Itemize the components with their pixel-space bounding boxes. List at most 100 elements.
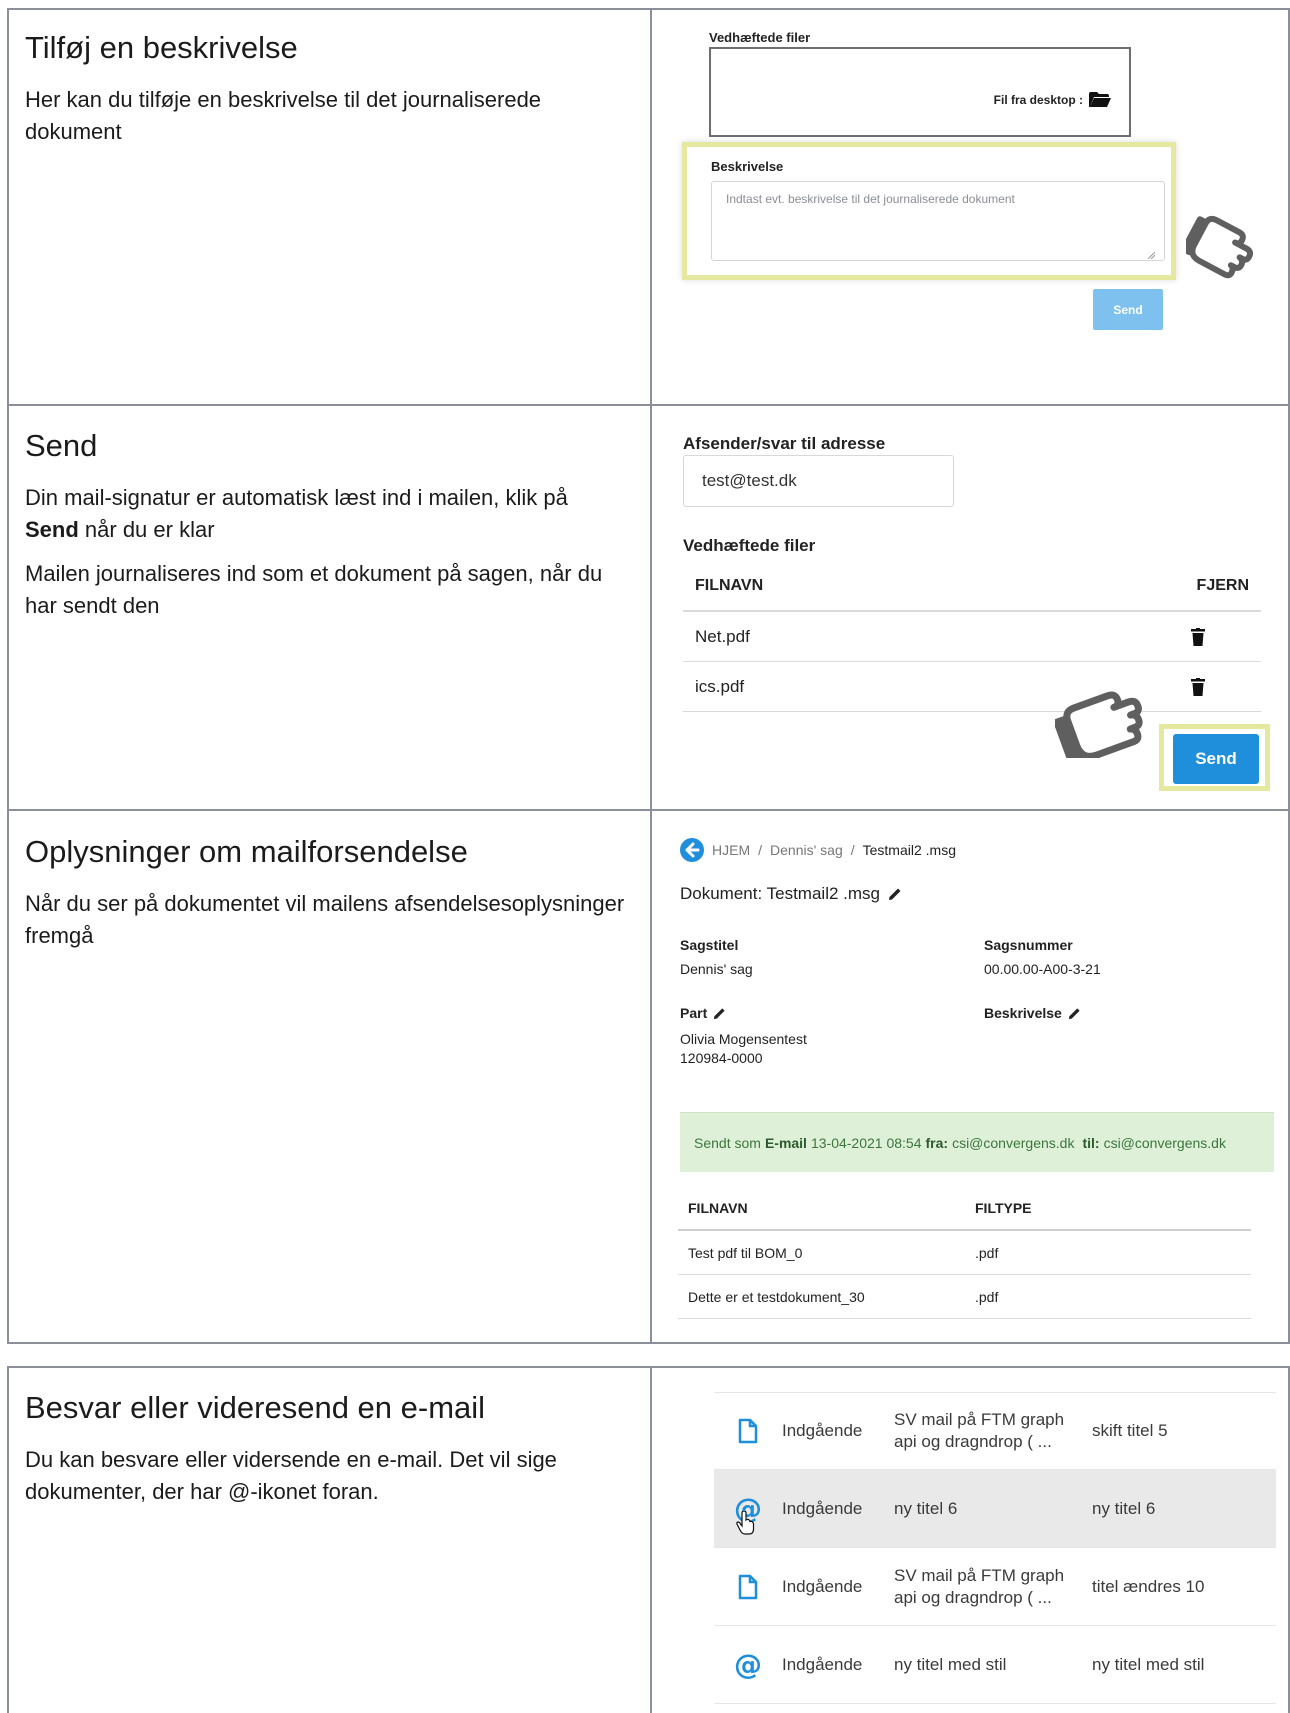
send-keyword: Send	[25, 517, 79, 542]
section-text: Din mail-signatur er automatisk læst ind…	[25, 482, 625, 546]
file-name: Test pdf til BOM_0	[688, 1244, 803, 1261]
list-item[interactable]: @ Indgående ny titel 6 ny titel 6	[714, 1470, 1276, 1548]
case-title-label: Sagstitel	[680, 937, 739, 953]
sender-address-label: Afsender/svar til adresse	[683, 434, 886, 453]
document-icon	[738, 1574, 758, 1599]
section-text: Når du ser på dokumentet vil mailens afs…	[25, 891, 625, 948]
party-label-text: Part	[680, 1005, 708, 1021]
sender-address-input[interactable]: test@test.dk	[683, 455, 954, 507]
section-text: Her kan du tilføje en beskrivelse til de…	[25, 87, 542, 144]
breadcrumb-case[interactable]: Dennis' sag	[770, 842, 843, 858]
table-row[interactable]: Test pdf til BOM_0 .pdf	[678, 1231, 1251, 1275]
table-row: Net.pdf	[683, 612, 1261, 662]
table-header: FILNAVN FJERN	[683, 562, 1261, 612]
document-title: ny titel 6	[1092, 1498, 1156, 1518]
trash-icon[interactable]	[1191, 677, 1205, 696]
column-header-filename: FILNAVN	[688, 1199, 748, 1216]
file-type: .pdf	[975, 1288, 999, 1305]
subject: SV mail på FTM graph api og dragndrop ( .…	[894, 1565, 1092, 1609]
file-drop-zone[interactable]: Fil fra desktop :	[709, 47, 1131, 137]
file-name: Dette er et testdokument_30	[688, 1288, 865, 1305]
sent-to-label: til:	[1082, 1134, 1100, 1151]
list-item[interactable]: Indgående SV mail på FTM graph api og dra…	[714, 1548, 1276, 1626]
subject-line: SV mail på FTM graph	[894, 1565, 1065, 1585]
trash-icon[interactable]	[1191, 627, 1205, 646]
pencil-icon[interactable]	[713, 1007, 726, 1020]
pencil-icon[interactable]	[888, 887, 902, 901]
column-header-filetype: FILTYPE	[975, 1199, 1032, 1216]
document-title: skift titel 5	[1092, 1421, 1168, 1440]
pointing-hand-icon	[1055, 691, 1143, 758]
send-button[interactable]: Send	[1093, 289, 1163, 330]
subject-line: SV mail på FTM graph	[894, 1410, 1065, 1429]
description-label-text: Beskrivelse	[984, 1005, 1062, 1021]
breadcrumb-separator: /	[850, 842, 855, 858]
document-title: ny titel med stil	[1092, 1654, 1205, 1674]
folder-icon[interactable]	[1089, 92, 1111, 107]
file-from-desktop[interactable]: Fil fra desktop :	[994, 92, 1111, 107]
document-title: titel ændres 10	[1092, 1576, 1205, 1596]
description-label: Beskrivelse	[984, 1005, 1081, 1021]
section-title: Oplysninger om mailforsendelse	[25, 834, 468, 869]
row-divider	[9, 809, 1288, 811]
section-title: Besvar eller videresend en e-mail	[25, 1390, 486, 1425]
hand-cursor-icon	[736, 1510, 755, 1535]
table-row[interactable]: Dette er et testdokument_30 .pdf	[678, 1275, 1251, 1319]
sent-from: csi@convergens.dk	[952, 1134, 1075, 1151]
document-list: Indgående SV mail på FTM graph api og dra…	[714, 1392, 1276, 1704]
description-label: Beskrivelse	[711, 159, 784, 174]
file-type: .pdf	[975, 1244, 999, 1261]
file-from-desktop-label: Fil fra desktop :	[993, 92, 1083, 107]
row-divider	[9, 404, 1288, 406]
list-item[interactable]: Indgående SV mail på FTM graph api og dra…	[714, 1392, 1276, 1470]
column-header-remove: FJERN	[1196, 577, 1249, 594]
subject: ny titel med stil	[894, 1654, 1092, 1676]
document-files-table: FILNAVN FILTYPE Test pdf til BOM_0 .pdf …	[678, 1186, 1251, 1319]
sent-prefix: Sendt som	[694, 1134, 761, 1151]
attachments-label: Vedhæftede filer	[683, 536, 816, 555]
at-icon[interactable]: @	[734, 1650, 762, 1679]
subject: ny titel 6	[894, 1498, 1092, 1520]
sent-date: 13-04-2021 08:54	[810, 1134, 922, 1151]
party-name: Olivia Mogensentest	[680, 1031, 807, 1047]
sent-from-label: fra:	[925, 1134, 949, 1151]
direction: Indgående	[782, 1576, 863, 1596]
pencil-icon[interactable]	[1068, 1007, 1081, 1020]
subject-line: api og dragndrop ( ...	[894, 1432, 1052, 1451]
direction: Indgående	[782, 1654, 863, 1674]
breadcrumb-current: Testmail2 .msg	[862, 842, 956, 858]
breadcrumb: HJEM / Dennis' sag / Testmail2 .msg	[680, 838, 956, 862]
party-label: Part	[680, 1005, 726, 1021]
subject: SV mail på FTM graph api og dragndrop ( .…	[894, 1409, 1092, 1453]
pointing-hand-icon	[1186, 215, 1254, 279]
attachments-table: FILNAVN FJERN Net.pdf ics.pdf	[683, 562, 1261, 712]
section-title: Tilføj en beskrivelse	[25, 30, 298, 65]
section-title: Send	[25, 428, 98, 463]
attachments-label: Vedhæftede filer	[709, 30, 811, 45]
direction: Indgående	[782, 1421, 863, 1440]
case-number-label: Sagsnummer	[984, 937, 1073, 953]
direction: Indgående	[782, 1498, 863, 1518]
column-divider	[650, 10, 652, 1342]
list-item[interactable]: @ Indgående ny titel med stil ny titel m…	[714, 1626, 1276, 1704]
text-part: når du er klar	[78, 517, 215, 542]
document-icon	[738, 1418, 758, 1444]
sent-type: E-mail	[764, 1134, 807, 1151]
text-part: Din mail-signatur er automatisk læst ind…	[25, 485, 568, 510]
breadcrumb-home[interactable]: HJEM	[712, 842, 750, 858]
document-title-text: Dokument: Testmail2 .msg	[680, 884, 880, 903]
case-number-value: 00.00.00-A00-3-21	[984, 961, 1101, 977]
subject-line: ny titel med stil	[894, 1654, 1007, 1674]
description-textarea[interactable]: Indtast evt. beskrivelse til det journal…	[711, 181, 1165, 261]
back-arrow-icon[interactable]	[680, 838, 704, 862]
file-name: Net.pdf	[695, 626, 750, 646]
section-text: Mailen journaliseres ind som et dokument…	[25, 561, 603, 618]
description-highlight: Beskrivelse Indtast evt. beskrivelse til…	[682, 142, 1176, 280]
section-mail-info: Oplysninger om mailforsendelse Når du se…	[25, 834, 625, 964]
column-header-filename: FILNAVN	[695, 577, 764, 594]
column-divider	[650, 1368, 652, 1713]
resize-handle-icon[interactable]	[1148, 252, 1155, 259]
subject-line: api og dragndrop ( ...	[894, 1587, 1052, 1607]
section-text: Du kan besvare eller vidersende en e-mai…	[25, 1447, 557, 1504]
send-button[interactable]: Send	[1173, 734, 1259, 784]
